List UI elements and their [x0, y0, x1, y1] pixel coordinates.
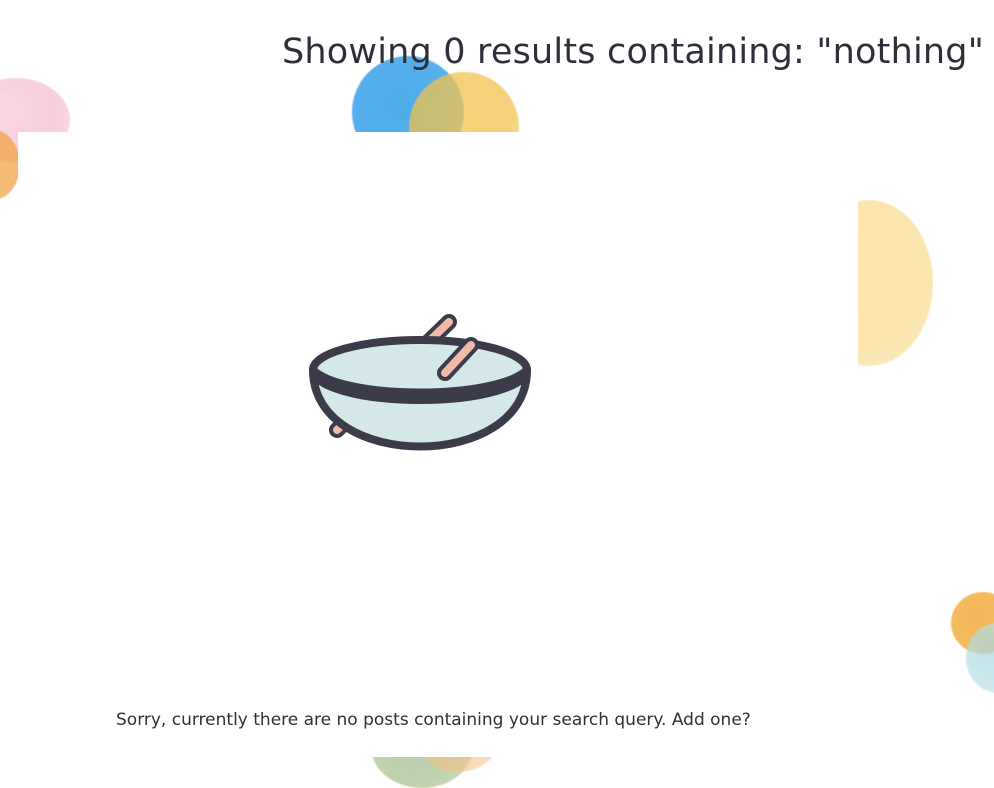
empty-results-message: Sorry, currently there are no posts cont… [116, 710, 751, 730]
page-title: Showing 0 results containing: "nothing" [281, 32, 984, 72]
empty-results-text: Sorry, currently there are no posts cont… [116, 710, 667, 730]
search-results-header: Showing 0 results containing: "nothing" [280, 28, 984, 76]
add-post-link[interactable]: Add one? [672, 710, 751, 730]
mixing-bowl-icon [309, 314, 531, 451]
empty-results-card: Sorry, currently there are no posts cont… [18, 132, 858, 757]
